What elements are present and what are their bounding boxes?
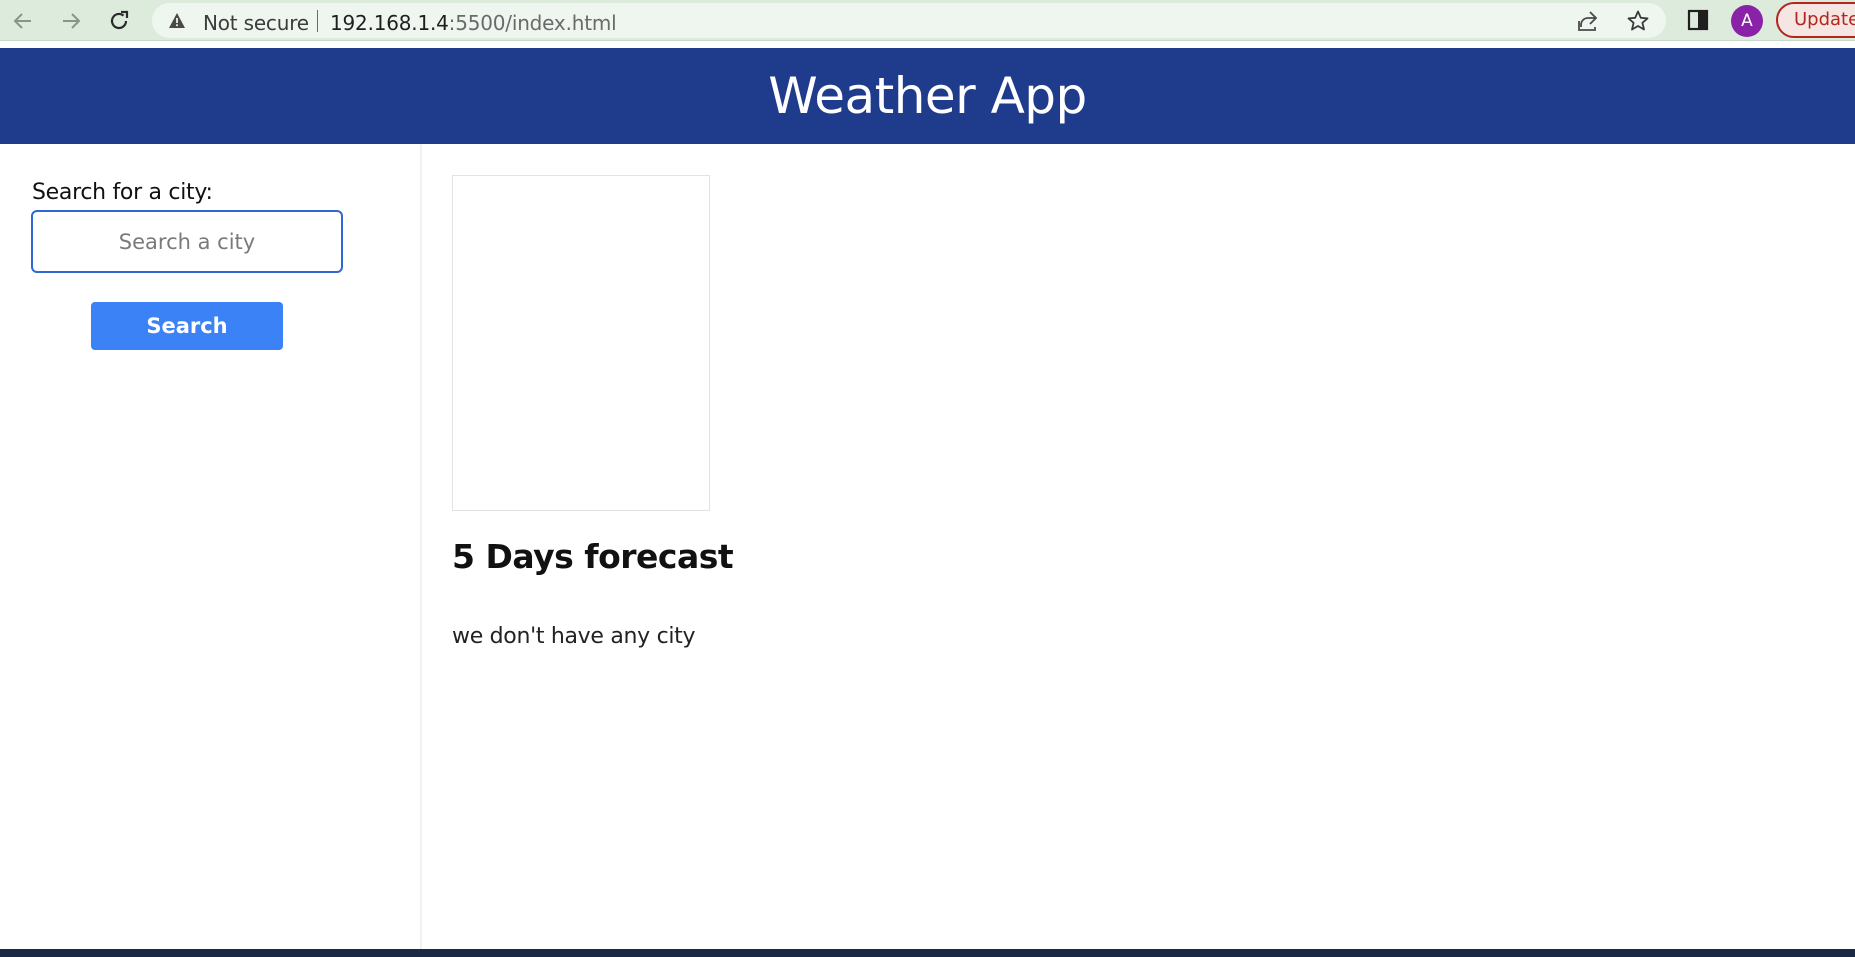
app-header: Weather App	[0, 48, 1855, 144]
browser-toolbar: Not secure 192.168.1.4:5500/index.html A…	[0, 0, 1855, 41]
profile-avatar[interactable]: A	[1731, 5, 1763, 37]
url-text[interactable]: 192.168.1.4:5500/index.html	[330, 11, 617, 35]
star-icon[interactable]	[1626, 9, 1650, 37]
forecast-title: 5 Days forecast	[452, 537, 734, 576]
arrow-left-icon	[12, 10, 34, 32]
forward-button[interactable]	[56, 6, 86, 36]
reload-button[interactable]	[104, 6, 134, 36]
update-button[interactable]: Update	[1776, 2, 1855, 38]
city-search-input[interactable]	[31, 210, 343, 273]
back-button[interactable]	[8, 6, 38, 36]
taskbar-edge	[0, 949, 1855, 957]
search-sidebar: Search for a city: Search	[0, 144, 422, 949]
arrow-right-icon	[60, 10, 82, 32]
reload-icon	[108, 10, 130, 32]
share-icon[interactable]	[1576, 9, 1600, 37]
address-bar[interactable]: Not secure 192.168.1.4:5500/index.html	[152, 3, 1666, 38]
current-weather-card	[452, 175, 710, 511]
empty-forecast-message: we don't have any city	[452, 624, 696, 649]
search-button[interactable]: Search	[91, 302, 283, 350]
app-title: Weather App	[768, 67, 1087, 125]
search-label: Search for a city:	[32, 180, 213, 205]
security-status[interactable]: Not secure	[203, 11, 309, 35]
side-panel-icon[interactable]	[1686, 8, 1710, 36]
warning-triangle-icon[interactable]	[168, 12, 186, 33]
address-separator	[317, 10, 318, 32]
url-path: :5500/index.html	[448, 11, 617, 35]
url-host: 192.168.1.4	[330, 11, 449, 35]
